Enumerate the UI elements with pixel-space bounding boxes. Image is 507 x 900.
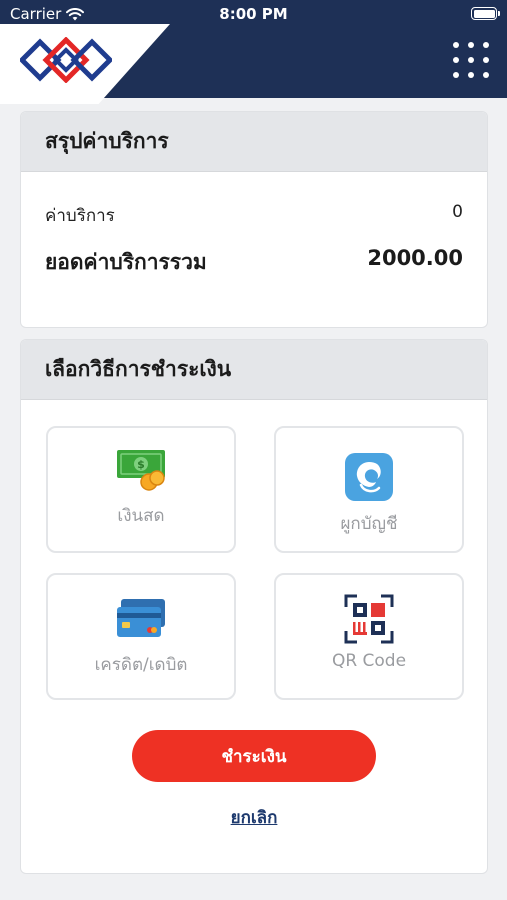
- payment-option-credit-debit[interactable]: เครดิต/เดบิต: [46, 573, 236, 700]
- payment-title: เลือกวิธีการชำระเงิน: [21, 340, 487, 400]
- service-fee-row: ค่าบริการ 0: [45, 202, 463, 229]
- summary-title: สรุปค่าบริการ: [21, 112, 487, 172]
- pay-button[interactable]: ชำระเงิน: [132, 730, 376, 782]
- payment-option-label: เงินสด: [117, 506, 165, 526]
- payment-option-cash[interactable]: $ เงินสด: [46, 426, 236, 553]
- credit-card-icon: [117, 599, 165, 637]
- total-value: 2000.00: [367, 246, 463, 270]
- payment-option-qr-code[interactable]: QR Code: [274, 573, 464, 700]
- total-row: ยอดค่าบริการรวม 2000.00: [45, 246, 463, 279]
- cancel-link[interactable]: ยกเลิก: [21, 804, 487, 831]
- payment-option-bank-account[interactable]: ผูกบัญชี: [274, 426, 464, 553]
- grid-menu-icon[interactable]: [451, 40, 491, 80]
- summary-card: สรุปค่าบริการ ค่าบริการ 0 ยอดค่าบริการรว…: [20, 111, 488, 328]
- payment-option-label: ผูกบัญชี: [340, 514, 398, 534]
- qr-code-icon: [344, 594, 394, 644]
- status-bar: Carrier 8:00 PM: [0, 0, 507, 28]
- payment-option-label: QR Code: [331, 651, 407, 671]
- mrt-logo-icon[interactable]: [20, 37, 112, 83]
- svg-text:$: $: [137, 458, 145, 471]
- service-fee-label: ค่าบริการ: [45, 206, 115, 226]
- status-time: 8:00 PM: [219, 5, 288, 23]
- payment-option-label: เครดิต/เดบิต: [94, 655, 188, 675]
- service-fee-value: 0: [452, 202, 463, 222]
- bank-account-icon: [345, 453, 393, 501]
- payment-method-card: เลือกวิธีการชำระเงิน $ เงินสด ผูกบัญชี เ…: [20, 339, 488, 874]
- cash-icon: $: [117, 450, 165, 491]
- total-label: ยอดค่าบริการรวม: [45, 250, 207, 274]
- battery-icon: [471, 7, 500, 20]
